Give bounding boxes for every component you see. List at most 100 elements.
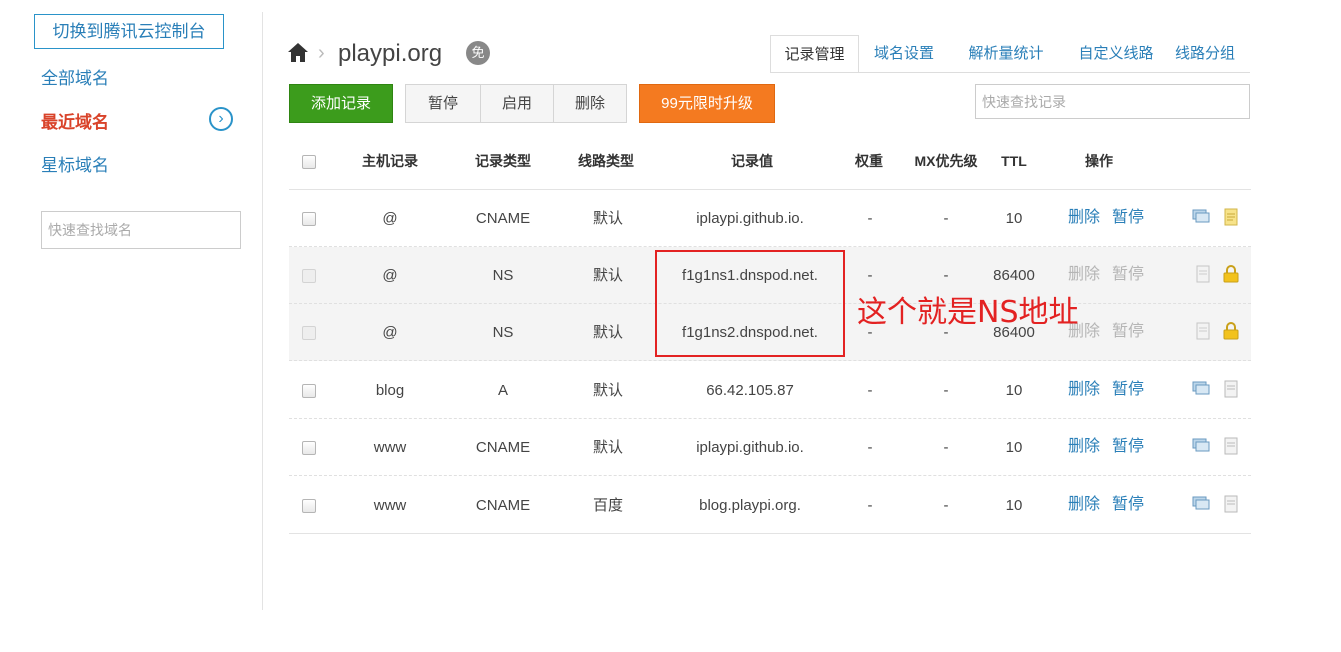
sidebar-item-all-domains[interactable]: 全部域名: [41, 64, 109, 89]
page-title: playpi.org: [338, 40, 443, 67]
type-cell: A: [497, 382, 509, 399]
breadcrumb-separator: ›: [318, 42, 325, 64]
delete-link[interactable]: 删除: [1068, 419, 1100, 476]
pause-link[interactable]: 暂停: [1112, 419, 1144, 476]
column-header-value: 记录值: [731, 153, 773, 169]
mx-cell: -: [943, 382, 949, 399]
delete-button[interactable]: 删除: [554, 85, 626, 122]
type-cell: CNAME: [475, 497, 531, 514]
row-checkbox[interactable]: [302, 441, 316, 455]
record-search-input[interactable]: [975, 84, 1250, 119]
enable-button[interactable]: 启用: [481, 85, 553, 122]
type-cell: CNAME: [475, 210, 531, 227]
annotation-text: 这个就是NS地址: [857, 295, 1079, 330]
mx-cell: -: [943, 497, 949, 514]
tab-record-management[interactable]: 记录管理: [770, 35, 859, 73]
value-cell: blog.playpi.org.: [699, 497, 801, 514]
tab-resolution-stats[interactable]: 解析量统计: [951, 35, 1061, 73]
sidebar-item-recent-domains[interactable]: 最近域名: [41, 108, 109, 133]
ttl-cell: 10: [1005, 439, 1023, 456]
row-checkbox[interactable]: [302, 212, 316, 226]
host-cell: @: [382, 267, 398, 284]
pause-link: 暂停: [1112, 266, 1145, 283]
mx-cell: -: [943, 210, 949, 227]
note-icon[interactable]: [1222, 208, 1240, 226]
line-cell: 默认: [592, 210, 624, 227]
row-checkbox[interactable]: [302, 384, 316, 398]
line-cell: 默认: [592, 267, 624, 284]
weight-cell: -: [867, 210, 873, 227]
annotation-highlight-box: [655, 250, 845, 357]
delete-link[interactable]: 删除: [1068, 190, 1100, 247]
tab-domain-settings[interactable]: 域名设置: [859, 35, 949, 73]
home-icon[interactable]: [287, 40, 309, 66]
host-cell: @: [382, 210, 398, 227]
table-row: @ CNAME 默认 iplaypi.github.io. - - 10 删除 …: [289, 190, 1251, 247]
comment-icon[interactable]: [1192, 380, 1210, 398]
line-cell: 默认: [592, 439, 624, 456]
type-cell: NS: [492, 267, 514, 284]
column-header-type: 记录类型: [475, 153, 531, 169]
ttl-cell: 10: [1005, 382, 1023, 399]
comment-icon[interactable]: [1192, 208, 1210, 226]
note-icon: [1196, 322, 1210, 340]
column-header-line: 线路类型: [578, 153, 634, 169]
value-cell: iplaypi.github.io.: [696, 210, 804, 227]
ttl-cell: 10: [1005, 210, 1023, 227]
weight-cell: -: [867, 497, 873, 514]
host-cell: www: [373, 497, 407, 514]
ttl-cell: 10: [1005, 497, 1023, 514]
comment-icon[interactable]: [1192, 437, 1210, 455]
sidebar-item-starred-domains[interactable]: 星标域名: [41, 151, 109, 176]
switch-console-button[interactable]: 切换到腾讯云控制台: [34, 14, 224, 49]
comment-icon[interactable]: [1192, 495, 1210, 513]
tab-line-groups[interactable]: 线路分组: [1167, 35, 1243, 73]
delete-link[interactable]: 删除: [1068, 477, 1100, 534]
row-checkbox: [302, 269, 316, 283]
note-icon[interactable]: [1222, 437, 1240, 455]
pause-link[interactable]: 暂停: [1112, 190, 1144, 247]
line-cell: 默认: [592, 382, 624, 399]
type-cell: NS: [492, 324, 514, 341]
tab-custom-lines[interactable]: 自定义线路: [1061, 35, 1171, 73]
column-header-host: 主机记录: [362, 153, 418, 169]
value-cell: iplaypi.github.io.: [696, 439, 804, 456]
table-row: www CNAME 默认 iplaypi.github.io. - - 10 删…: [289, 419, 1251, 476]
mx-cell: -: [943, 439, 949, 456]
column-header-ttl: TTL: [1001, 153, 1027, 169]
weight-cell: -: [867, 439, 873, 456]
select-all-checkbox[interactable]: [302, 155, 316, 169]
host-cell: @: [382, 324, 398, 341]
free-badge-icon: 免: [466, 41, 490, 65]
pause-link: 暂停: [1112, 323, 1145, 340]
note-icon: [1196, 265, 1210, 283]
row-checkbox: [302, 326, 316, 340]
weight-cell: -: [867, 382, 873, 399]
pause-link[interactable]: 暂停: [1112, 362, 1144, 419]
column-header-actions: 操作: [1085, 153, 1113, 169]
pause-button[interactable]: 暂停: [406, 85, 480, 122]
host-cell: blog: [375, 382, 405, 399]
domain-search-input[interactable]: [41, 211, 241, 249]
table-header: 主机记录 记录类型 线路类型 记录值 权重 MX优先级 TTL 操作: [289, 134, 1251, 190]
note-icon[interactable]: [1222, 380, 1240, 398]
upgrade-button[interactable]: 99元限时升级: [639, 84, 775, 123]
record-action-group: 暂停 启用 删除: [405, 84, 627, 123]
delete-link[interactable]: 删除: [1068, 362, 1100, 419]
sidebar-divider: [262, 12, 263, 610]
value-cell: 66.42.105.87: [706, 382, 794, 399]
table-row: blog A 默认 66.42.105.87 - - 10 删除 暂停: [289, 362, 1251, 419]
pause-link[interactable]: 暂停: [1112, 477, 1144, 534]
column-header-mx: MX优先级: [914, 153, 978, 169]
chevron-right-circle-icon[interactable]: ›: [209, 107, 233, 131]
add-record-button[interactable]: 添加记录: [289, 84, 393, 123]
column-header-weight: 权重: [855, 153, 883, 169]
lock-icon: [1223, 322, 1239, 340]
table-row: www CNAME 百度 blog.playpi.org. - - 10 删除 …: [289, 477, 1251, 534]
note-icon[interactable]: [1222, 495, 1240, 513]
type-cell: CNAME: [475, 439, 531, 456]
tab-underline: [770, 72, 1250, 73]
row-checkbox[interactable]: [302, 499, 316, 513]
line-cell: 百度: [592, 497, 624, 514]
lock-icon: [1223, 265, 1239, 283]
